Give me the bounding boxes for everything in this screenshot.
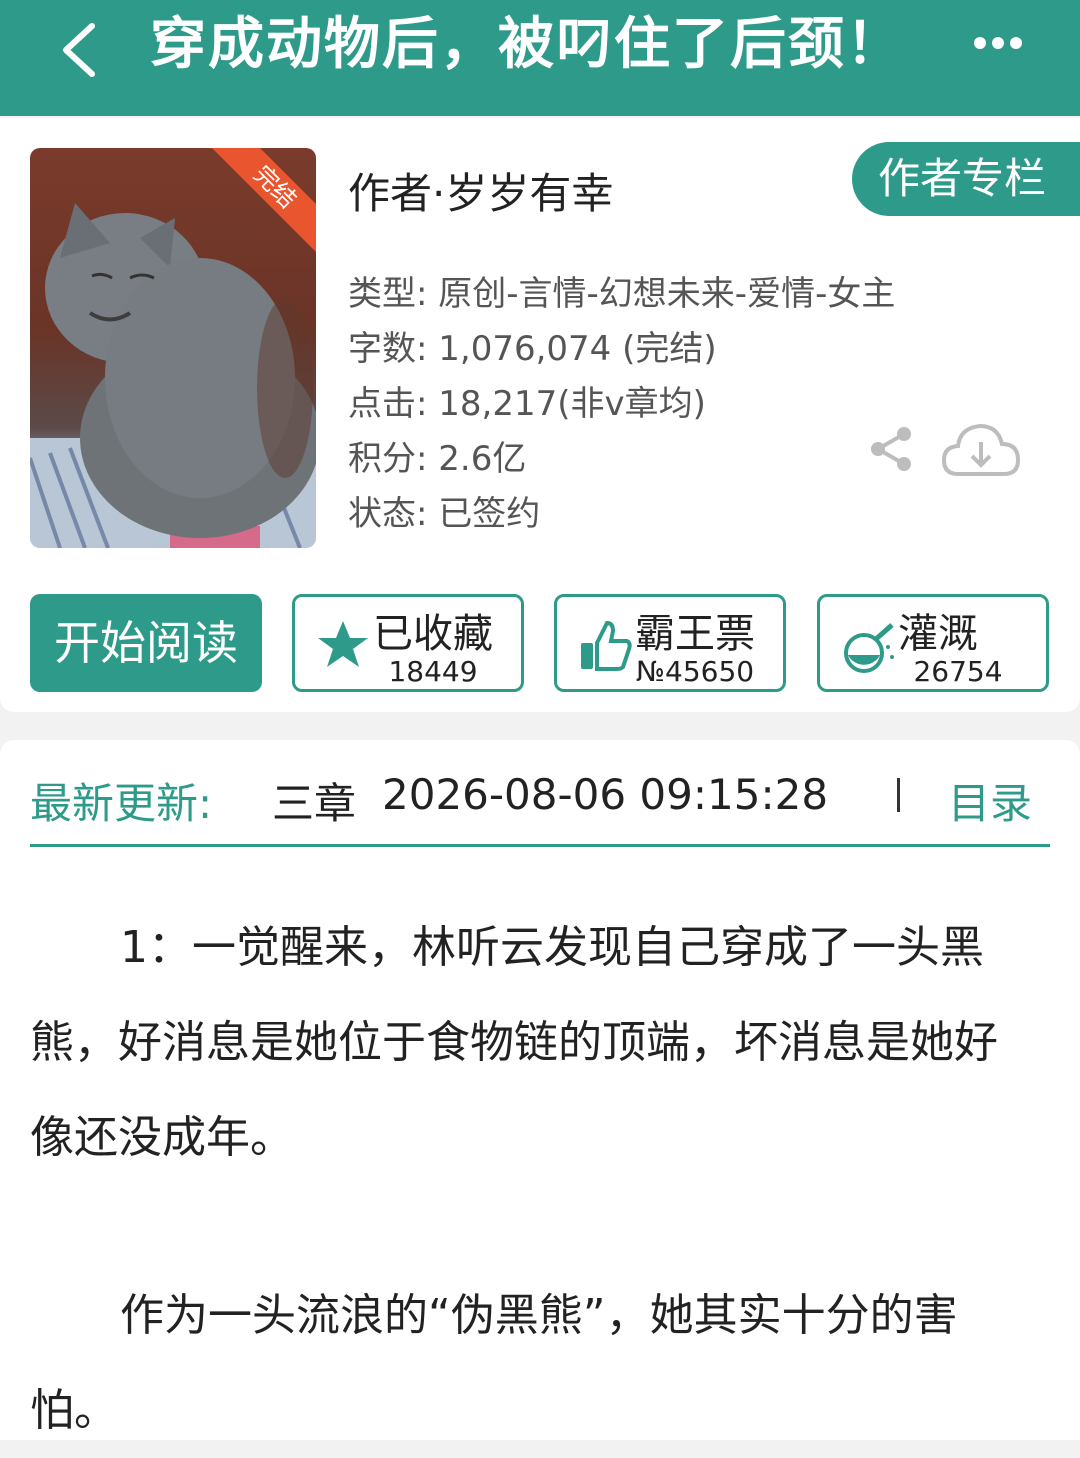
- vote-count: №45650: [635, 655, 755, 688]
- author-column-button[interactable]: 作者专栏: [852, 142, 1080, 216]
- author-name[interactable]: 作者·岁岁有幸: [348, 160, 613, 221]
- favorite-label: 已收藏: [373, 611, 493, 657]
- star-icon: [318, 621, 368, 667]
- click-count: 点击: 18,217(非v章均): [348, 384, 706, 424]
- page-title: 穿成动物后，被叼住了后颈！: [150, 12, 904, 77]
- divider: [897, 778, 900, 812]
- book-type: 类型: 原创-言情-幻想未来-爱情-女主: [348, 274, 896, 314]
- latest-update-bar[interactable]: 最新更新: 三章 2026-08-06 09:15:28 目录: [0, 740, 1080, 880]
- divider-line: [30, 844, 1050, 847]
- water-count: 26754: [913, 655, 1003, 688]
- sign-status: 状态: 已签约: [348, 494, 541, 534]
- table-of-contents-link[interactable]: 目录: [948, 770, 1032, 831]
- cloud-download-icon[interactable]: [940, 420, 1022, 480]
- chevron-left-icon[interactable]: [52, 20, 112, 80]
- more-dots-icon[interactable]: [968, 28, 1028, 58]
- synopsis: 1：一觉醒来，林听云发现自己穿成了一头黑熊，好消息是她位于食物链的顶端，坏消息是…: [0, 880, 1080, 1440]
- book-cover[interactable]: 完结: [30, 148, 316, 548]
- update-time: 2026-08-06 09:15:28: [382, 770, 829, 819]
- water-label: 灌溉: [898, 611, 978, 657]
- favorite-button[interactable]: 已收藏 18449: [292, 594, 524, 692]
- thumbs-up-icon: [581, 620, 632, 671]
- synopsis-paragraph: 作为一头流浪的“伪黑熊”，她其实十分的害怕。: [30, 1290, 958, 1436]
- start-reading-button[interactable]: 开始阅读: [30, 594, 262, 692]
- synopsis-paragraph: 1：一觉醒来，林听云发现自己穿成了一头黑熊，好消息是她位于食物链的顶端，坏消息是…: [30, 922, 998, 1163]
- water-button[interactable]: 灌溉 26754: [817, 594, 1049, 692]
- word-count: 字数: 1,076,074 (完结): [348, 329, 717, 369]
- latest-update-label: 最新更新:: [30, 779, 213, 828]
- book-info-card: 完结 作者·岁岁有幸 作者专栏 类型: 原创-言情-幻想未来-爱情-女主 字数:…: [0, 118, 1080, 712]
- vote-label: 霸王票: [635, 611, 755, 657]
- vote-button[interactable]: 霸王票 №45650: [554, 594, 786, 692]
- latest-chapter[interactable]: 三章: [272, 770, 356, 831]
- favorite-count: 18449: [388, 655, 478, 688]
- top-bar: 穿成动物后，被叼住了后颈！: [0, 0, 1080, 116]
- watering-flask-icon: [844, 623, 894, 673]
- score: 积分: 2.6亿: [348, 439, 527, 479]
- share-icon[interactable]: [866, 424, 916, 474]
